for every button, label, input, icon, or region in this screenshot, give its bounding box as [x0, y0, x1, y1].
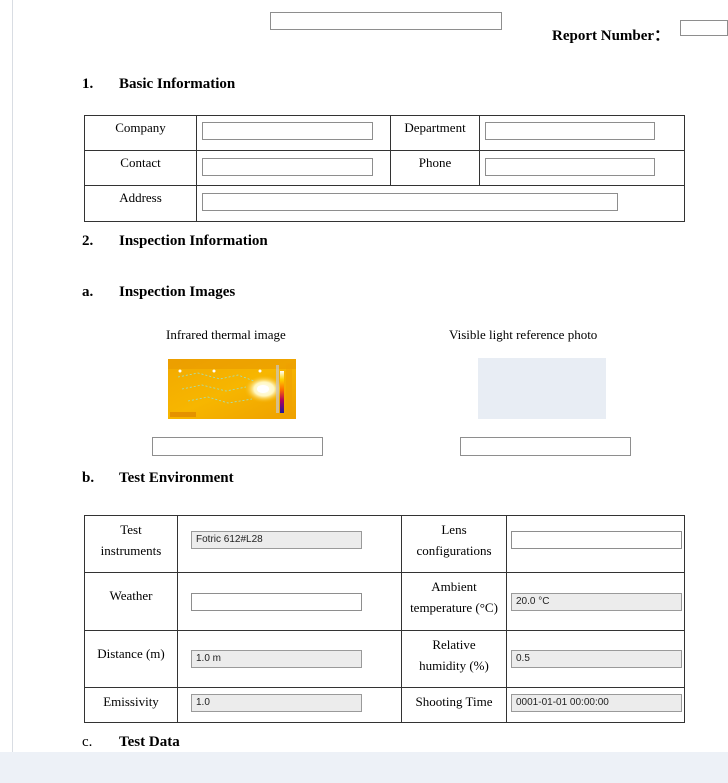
department-label: Department — [404, 120, 466, 135]
distance-label: Distance (m) — [97, 646, 165, 661]
test-environment-title: Test Environment — [119, 470, 234, 486]
address-field[interactable] — [202, 193, 618, 211]
relative-humidity-label-line2: humidity (%) — [419, 658, 489, 673]
section-1-title: Basic Information — [119, 76, 236, 92]
test-environment-number: b. — [82, 470, 95, 486]
page-edge — [12, 0, 13, 752]
report-title-field[interactable] — [270, 12, 502, 30]
visible-caption: Visible light reference photo — [449, 327, 598, 342]
lens-config-field[interactable] — [511, 531, 682, 549]
test-instruments-label: Test instruments — [85, 519, 177, 561]
shooting-time-label: Shooting Time — [415, 694, 493, 709]
relative-humidity-label: Relative humidity (%) — [402, 634, 506, 676]
shooting-time-field[interactable]: 0001-01-01 00:00:00 — [511, 694, 682, 712]
infrared-thermal-image[interactable] — [168, 359, 296, 419]
department-field[interactable] — [485, 122, 655, 140]
section-2-title: Inspection Information — [119, 233, 268, 249]
ambient-temperature-label-line2: temperature (°C) — [410, 600, 498, 615]
phone-label: Phone — [418, 155, 452, 170]
address-label: Address — [119, 190, 162, 205]
section-2-number: 2. — [82, 233, 94, 249]
test-instruments-label-line1: Test — [120, 522, 142, 537]
test-data-heading: c. Test Data — [82, 734, 180, 751]
company-label: Company — [115, 120, 166, 135]
distance-field[interactable]: 1.0 m — [191, 650, 362, 668]
infrared-caption: Infrared thermal image — [166, 327, 286, 342]
ambient-temperature-label-line1: Ambient — [431, 579, 477, 594]
test-data-number: c. — [82, 734, 93, 750]
report-number-field[interactable] — [680, 20, 728, 36]
lens-config-label: Lens configurations — [402, 519, 506, 561]
relative-humidity-label-line1: Relative — [432, 637, 476, 652]
emissivity-field[interactable]: 1.0 — [191, 694, 362, 712]
inspection-images-number: a. — [82, 284, 94, 300]
emissivity-label: Emissivity — [103, 694, 159, 709]
lens-config-label-line2: configurations — [416, 543, 492, 558]
visible-photo-name-field[interactable] — [460, 437, 631, 456]
test-instruments-field[interactable]: Fotric 612#L28 — [191, 531, 362, 549]
contact-label: Contact — [120, 155, 161, 170]
weather-label: Weather — [109, 588, 153, 603]
section-1-number: 1. — [82, 76, 94, 92]
report-number-label: Report Number： — [552, 28, 670, 44]
phone-field[interactable] — [485, 158, 655, 176]
section-2-heading: 2. Inspection Information — [82, 233, 268, 250]
test-instruments-label-line2: instruments — [100, 543, 162, 558]
contact-field[interactable] — [202, 158, 373, 176]
relative-humidity-field[interactable]: 0.5 — [511, 650, 682, 668]
inspection-images-heading: a. Inspection Images — [82, 284, 235, 301]
test-data-title: Test Data — [119, 734, 180, 750]
visible-light-photo[interactable] — [478, 358, 606, 419]
ambient-temperature-field[interactable]: 20.0 °C — [511, 593, 682, 611]
lens-config-label-line1: Lens — [441, 522, 467, 537]
inspection-images-title: Inspection Images — [119, 284, 236, 300]
ambient-temperature-label: Ambient temperature (°C) — [402, 576, 506, 618]
company-field[interactable] — [202, 122, 373, 140]
infrared-image-name-field[interactable] — [152, 437, 323, 456]
footer-band — [0, 752, 728, 783]
section-1-heading: 1. Basic Information — [82, 76, 235, 93]
test-environment-heading: b. Test Environment — [82, 470, 234, 487]
weather-field[interactable] — [191, 593, 362, 611]
